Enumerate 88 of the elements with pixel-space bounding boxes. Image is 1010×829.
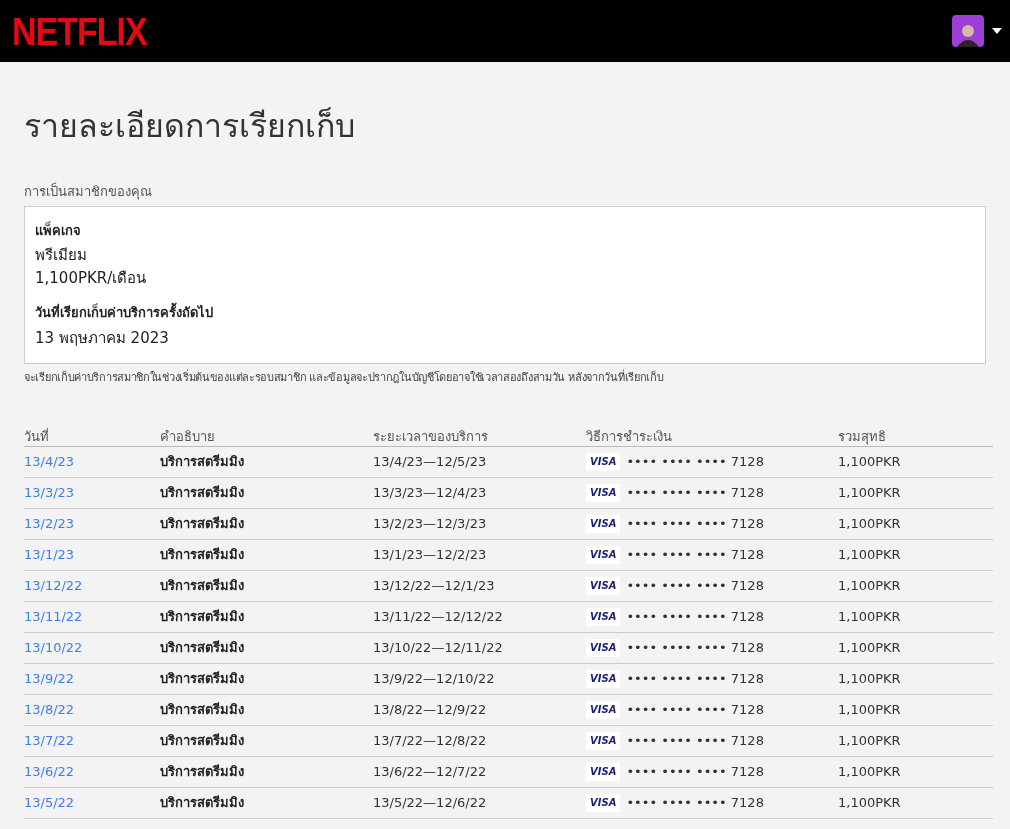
section-heading: การเป็นสมาชิกของคุณ	[24, 182, 153, 202]
column-header: คำอธิบาย	[160, 427, 216, 446]
card-brand-badge: VISA	[586, 514, 621, 533]
date-link[interactable]: 13/3/23	[24, 482, 160, 503]
card-brand-badge: VISA	[586, 669, 621, 688]
card-brand-badge: VISA	[586, 576, 621, 595]
total-cell-text: 1,100PKR	[838, 638, 902, 657]
card-brand-badge: VISA	[586, 452, 621, 471]
card-number: •••• •••• •••• 7128	[626, 514, 764, 533]
card-brand-badge: VISA	[586, 793, 621, 812]
description-cell-text: บริการสตรีมมิง	[160, 483, 245, 502]
total-cell-text: 1,100PKR	[838, 483, 902, 502]
period-cell-text: 13/6/22—12/7/22	[373, 762, 488, 781]
period-cell-text: 13/7/22—12/8/22	[373, 731, 488, 750]
next-billing-label: วันที่เรียกเก็บค่าบริการครั้งถัดไป	[35, 303, 975, 323]
card-brand-badge: VISA	[586, 762, 621, 781]
period-cell-text: 13/10/22—12/11/22	[373, 638, 504, 657]
description-cell-text: บริการสตรีมมิง	[160, 793, 245, 812]
description-cell-text: บริการสตรีมมิง	[160, 607, 245, 626]
period-cell-text: 13/4/23—12/5/23	[373, 452, 488, 471]
card-brand-badge: VISA	[586, 638, 621, 657]
description-cell-text: บริการสตรีมมิง	[160, 700, 245, 719]
date-link[interactable]: 13/7/22	[24, 730, 160, 751]
total-cell-text: 1,100PKR	[838, 545, 902, 564]
total-cell-text: 1,100PKR	[838, 762, 902, 781]
column-header: ระยะเวลาของบริการ	[373, 427, 489, 446]
plan-price: 1,100PKR/เดือน	[35, 267, 148, 289]
card-number: •••• •••• •••• 7128	[626, 700, 764, 719]
period-cell-text: 13/11/22—12/12/22	[373, 607, 504, 626]
total-cell-text: 1,100PKR	[838, 607, 902, 626]
card-brand-badge: VISA	[586, 483, 621, 502]
card-number: •••• •••• •••• 7128	[626, 452, 764, 471]
page-title: รายละเอียดการเรียกเก็บ	[24, 106, 356, 146]
total-cell-text: 1,100PKR	[838, 731, 902, 750]
date-link[interactable]: 13/6/22	[24, 761, 160, 782]
card-number: •••• •••• •••• 7128	[626, 669, 764, 688]
description-cell-text: บริการสตรีมมิง	[160, 576, 245, 595]
card-brand-badge: VISA	[586, 731, 621, 750]
card-brand-badge: VISA	[586, 545, 621, 564]
card-number: •••• •••• •••• 7128	[626, 607, 764, 626]
column-header: วันที่	[24, 427, 50, 446]
description-cell-text: บริการสตรีมมิง	[160, 762, 245, 781]
card-number: •••• •••• •••• 7128	[626, 576, 764, 595]
netflix-logo[interactable]: NETFLIX	[12, 11, 147, 51]
date-link[interactable]: 13/11/22	[24, 606, 160, 627]
description-cell-text: บริการสตรีมมิง	[160, 731, 245, 750]
total-cell-text: 1,100PKR	[838, 514, 902, 533]
date-link[interactable]: 13/12/22	[24, 575, 160, 596]
description-cell-text: บริการสตรีมมิง	[160, 514, 245, 533]
card-brand-badge: VISA	[586, 700, 621, 719]
card-brand-badge: VISA	[586, 607, 621, 626]
total-cell-text: 1,100PKR	[838, 700, 902, 719]
total-cell-text: 1,100PKR	[838, 793, 902, 812]
billing-note: จะเรียกเก็บค่าบริการสมาชิกในช่วงเริ่มต้นของแต่ละรอบสมาชิก และข้อมูลจะปรากฎในบัญชีโดยอาจใช้เวลาสองถึงสามวัน หลังจากวันที่เรียกเก็บ	[24, 370, 665, 386]
date-link[interactable]: 13/1/23	[24, 544, 160, 565]
period-cell-text: 13/2/23—12/3/23	[373, 514, 488, 533]
column-header: วิธีการชำระเงิน	[586, 427, 673, 446]
period-cell-text: 13/9/22—12/10/22	[373, 669, 496, 688]
period-cell-text: 13/12/22—12/1/23	[373, 576, 496, 595]
period-cell-text: 13/8/22—12/9/22	[373, 700, 488, 719]
card-number: •••• •••• •••• 7128	[626, 545, 764, 564]
plan-name: พรีเมียม	[35, 245, 88, 266]
description-cell-text: บริการสตรีมมิง	[160, 452, 245, 471]
date-link[interactable]: 13/5/22	[24, 792, 160, 813]
next-billing-date: 13 พฤษภาคม 2023	[35, 327, 170, 349]
period-cell-text: 13/5/22—12/6/22	[373, 793, 488, 812]
period-cell-text: 13/3/23—12/4/23	[373, 483, 488, 502]
total-cell-text: 1,100PKR	[838, 669, 902, 688]
date-link[interactable]: 13/2/23	[24, 513, 160, 534]
card-number: •••• •••• •••• 7128	[626, 731, 764, 750]
description-cell-text: บริการสตรีมมิง	[160, 545, 245, 564]
card-number: •••• •••• •••• 7128	[626, 762, 764, 781]
card-number: •••• •••• •••• 7128	[626, 793, 764, 812]
avatar[interactable]	[952, 15, 984, 47]
total-cell-text: 1,100PKR	[838, 452, 902, 471]
date-link[interactable]: 13/8/22	[24, 699, 160, 720]
plan-label: แพ็คเกจ	[35, 220, 82, 240]
description-cell-text: บริการสตรีมมิง	[160, 638, 245, 657]
date-link[interactable]: 13/10/22	[24, 637, 160, 658]
date-link[interactable]: 13/4/23	[24, 451, 160, 472]
card-number: •••• •••• •••• 7128	[626, 483, 764, 502]
period-cell-text: 13/1/23—12/2/23	[373, 545, 488, 564]
column-header: รวมสุทธิ	[838, 427, 887, 446]
caret-icon[interactable]	[992, 28, 1002, 34]
date-link[interactable]: 13/9/22	[24, 668, 160, 689]
total-cell-text: 1,100PKR	[838, 576, 902, 595]
description-cell-text: บริการสตรีมมิง	[160, 669, 245, 688]
card-number: •••• •••• •••• 7128	[626, 638, 764, 657]
